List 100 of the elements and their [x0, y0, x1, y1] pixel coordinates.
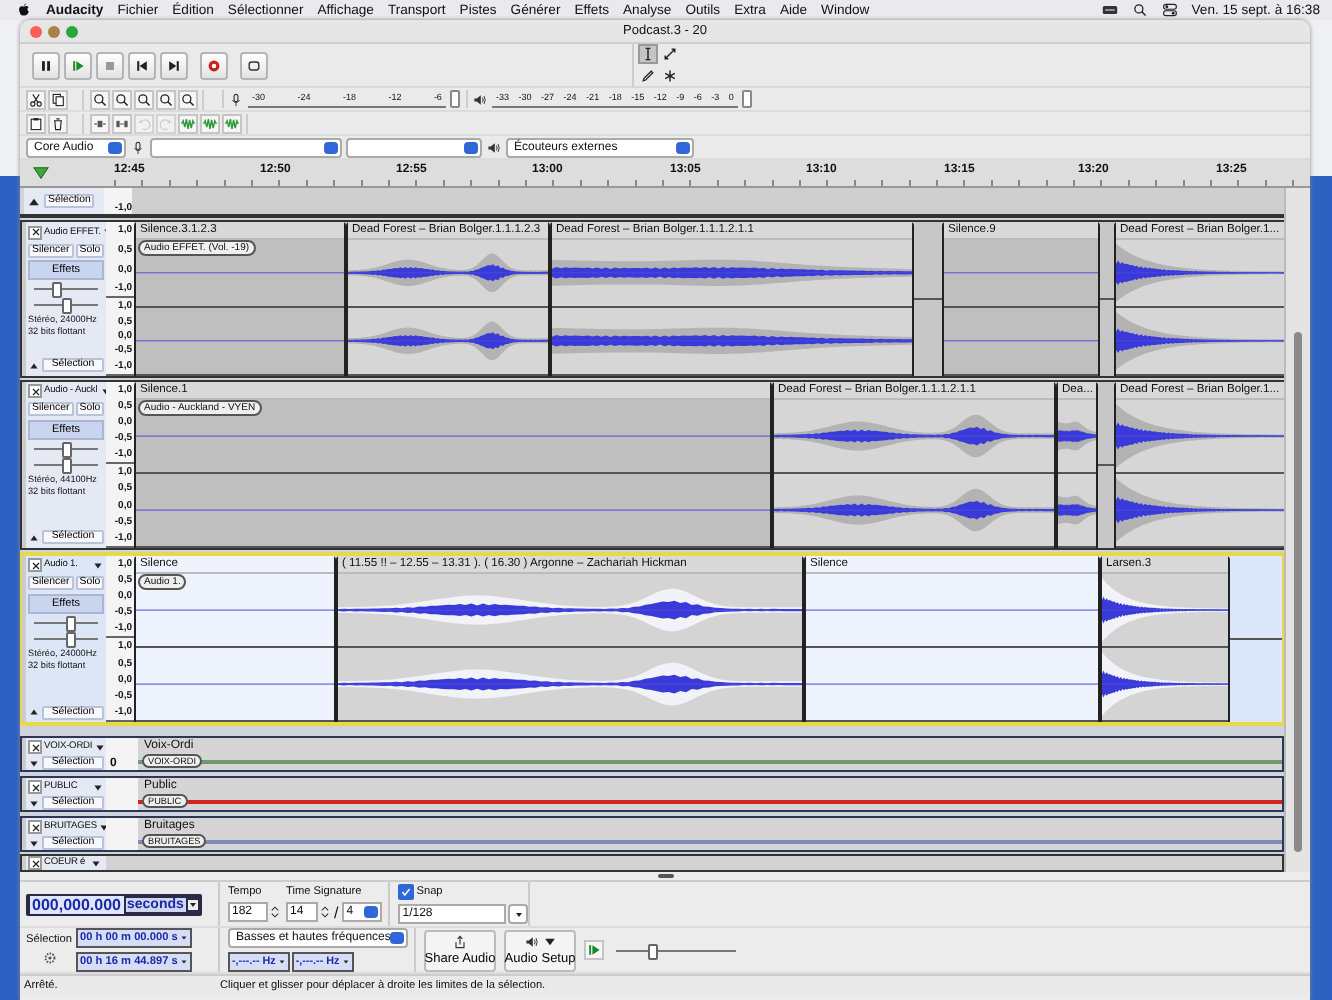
delete-button[interactable] [48, 113, 68, 133]
slider-thumb[interactable] [648, 943, 658, 959]
silence-icon [114, 115, 130, 131]
magnifier-icon [114, 91, 130, 107]
close-icon [29, 741, 41, 753]
magnifier-icon [92, 91, 108, 107]
search-icon [1131, 2, 1148, 18]
caret-down-icon [28, 837, 40, 849]
play-at-speed-button[interactable] [584, 940, 604, 960]
trash-icon [50, 115, 66, 131]
zoom-button[interactable] [90, 89, 110, 109]
close-icon [29, 385, 41, 398]
waveform-drawing [1102, 647, 1228, 722]
copy-icon [50, 91, 66, 107]
skip-start-button[interactable] [128, 51, 156, 79]
vertical-scrollbar[interactable] [1284, 188, 1310, 872]
zoom-window-button[interactable] [66, 25, 78, 37]
copy-button[interactable] [48, 89, 68, 109]
close-icon [29, 226, 41, 239]
undo-icon [136, 115, 152, 131]
meter-handle[interactable] [742, 90, 752, 108]
snap-dropdown-button[interactable] [508, 904, 529, 924]
caret-down-icon [28, 797, 40, 809]
zoom-button[interactable] [134, 89, 154, 109]
envelope-icon [662, 46, 678, 62]
close-track-button[interactable] [28, 384, 42, 399]
caret-down-icon [187, 899, 198, 909]
keyboard-icon [1101, 2, 1118, 18]
silence-button[interactable] [112, 113, 132, 133]
envelope-tool-button[interactable] [660, 44, 680, 64]
select-tool-button[interactable] [638, 44, 658, 64]
magnifier-icon [158, 91, 174, 107]
close-icon [29, 559, 41, 572]
slider-thumb[interactable] [65, 615, 76, 632]
zoom-button[interactable] [178, 89, 198, 109]
draw-tool-button[interactable] [638, 66, 658, 86]
close-track-button[interactable] [28, 780, 42, 794]
zoom-button[interactable] [156, 89, 176, 109]
magnifier-icon [136, 91, 152, 107]
pause-button[interactable] [32, 51, 60, 79]
minimize-window-button[interactable] [48, 25, 60, 37]
record-button[interactable] [200, 51, 228, 79]
caret-up-icon [28, 706, 40, 718]
skip-start-icon [134, 57, 150, 73]
microphone-icon [228, 91, 244, 107]
close-icon [29, 781, 41, 793]
vertical-ruler [106, 778, 138, 810]
stop-icon [102, 57, 118, 73]
trim-button[interactable] [90, 113, 110, 133]
share-icon [452, 934, 468, 950]
stepper-control[interactable] [320, 904, 330, 920]
skip-end-button[interactable] [160, 51, 188, 79]
caret-down-icon [94, 741, 107, 753]
close-track-button[interactable] [28, 740, 42, 754]
speaker-icon [472, 91, 488, 107]
signature-separator: / [332, 903, 341, 921]
audio-button[interactable] [222, 113, 242, 133]
record-icon [206, 57, 222, 73]
pencil-icon [640, 68, 656, 84]
paste-button[interactable] [26, 113, 46, 133]
play-icon [70, 57, 86, 73]
loop-button[interactable] [240, 51, 268, 79]
vertical-ruler [106, 818, 138, 850]
toggle-icon [1161, 2, 1178, 18]
loop-icon [246, 57, 262, 73]
input-device-select[interactable] [150, 137, 342, 157]
asterisk-icon [662, 68, 678, 84]
apple-icon [16, 2, 32, 18]
close-icon [29, 821, 41, 833]
gear-icon [41, 950, 57, 966]
caret-down-icon [28, 757, 40, 769]
close-track-button[interactable] [28, 225, 42, 240]
close-track-button[interactable] [28, 820, 42, 834]
skip-end-icon [166, 57, 182, 73]
resize-handle[interactable] [657, 874, 673, 878]
close-track-button[interactable] [28, 558, 42, 573]
waveform-drawing [1102, 573, 1228, 648]
speaker-icon [486, 139, 502, 155]
redo-icon [158, 115, 174, 131]
slider-thumb[interactable] [52, 282, 63, 299]
play-head-icon[interactable] [32, 166, 50, 180]
meter-handle[interactable] [450, 90, 460, 108]
snap-checkbox[interactable] [398, 884, 415, 900]
zoom-button[interactable] [112, 89, 132, 109]
slider-thumb[interactable] [65, 631, 76, 648]
stepper-control[interactable] [270, 904, 280, 920]
slider-thumb[interactable] [62, 457, 72, 474]
play-button[interactable] [64, 51, 92, 79]
scrollbar-thumb[interactable] [1294, 332, 1302, 852]
close-icon [29, 857, 41, 869]
slider-thumb[interactable] [62, 441, 72, 458]
speaker-icon [523, 934, 539, 950]
paste-icon [28, 115, 44, 131]
checkmark-icon [400, 886, 413, 898]
slider-thumb[interactable] [62, 298, 72, 315]
cut-button[interactable] [26, 89, 46, 109]
scissors-icon [28, 91, 44, 107]
multi-tool-button[interactable] [660, 66, 680, 86]
input-channels-select[interactable] [346, 137, 482, 157]
magnifier-icon [180, 91, 196, 107]
